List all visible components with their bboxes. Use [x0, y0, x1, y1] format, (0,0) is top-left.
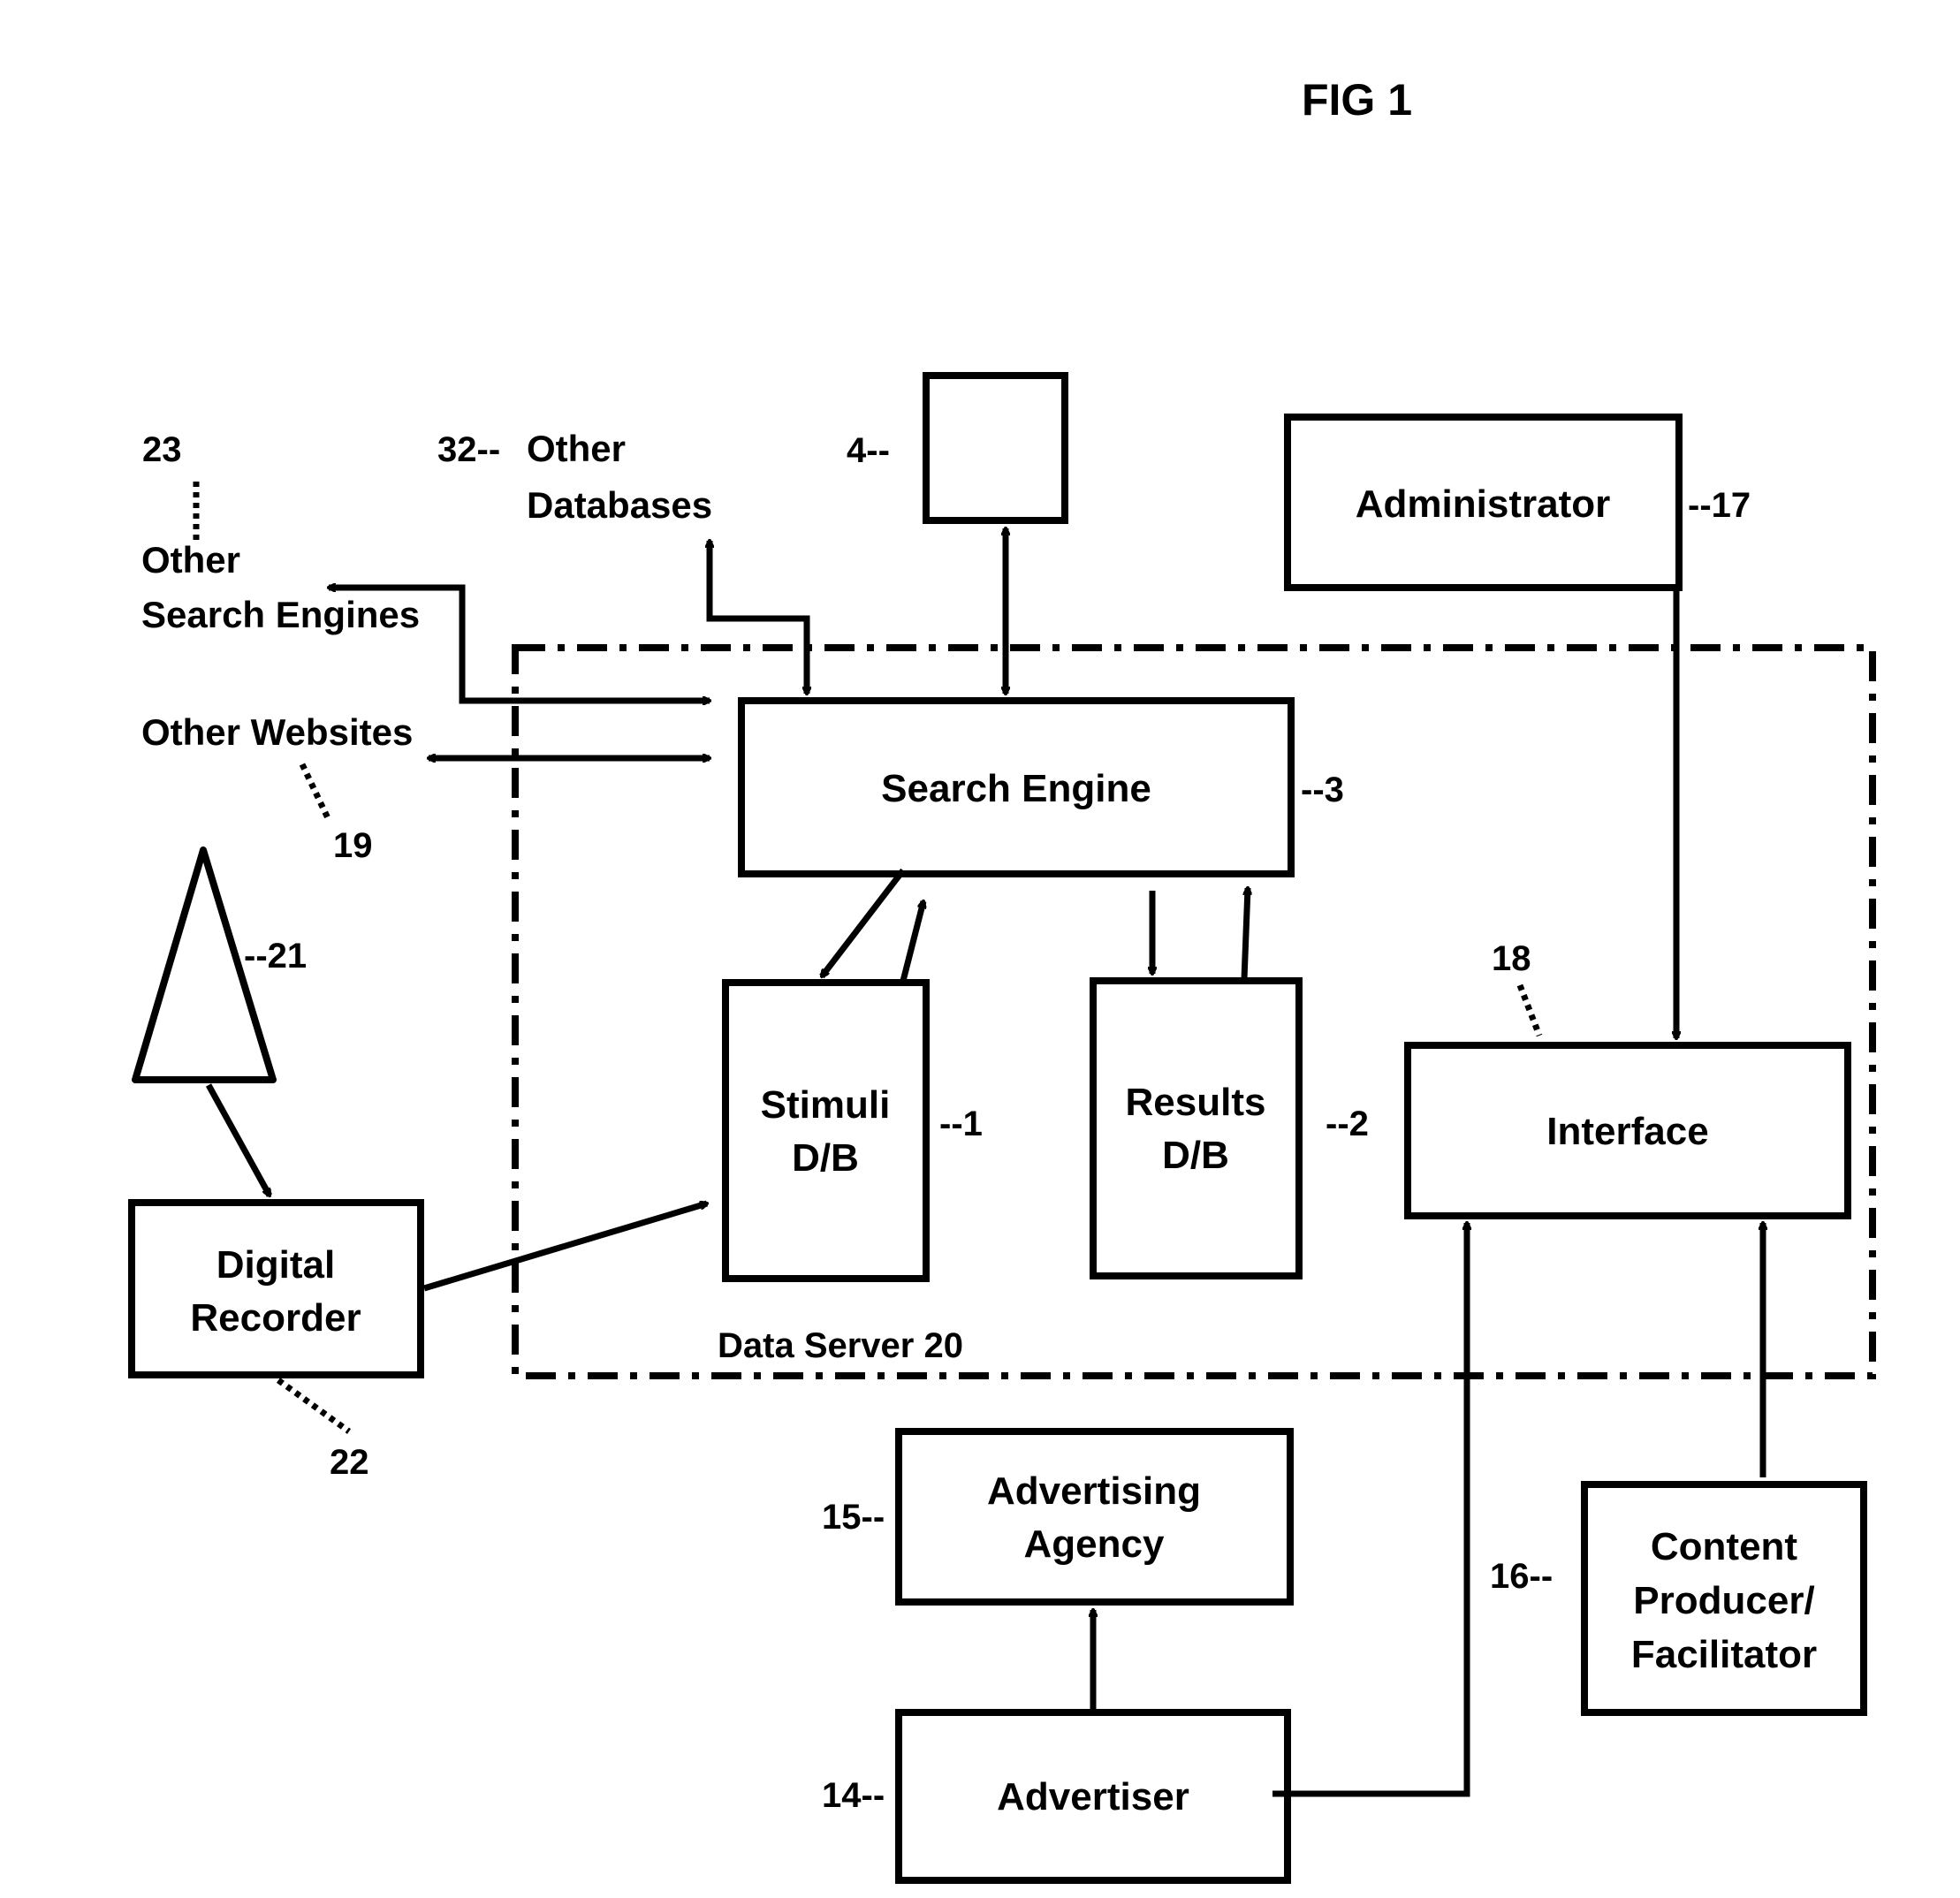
- stimuli-db-node: Stimuli D/B --1: [722, 979, 983, 1282]
- data-server-label: Data Server 20: [718, 1326, 963, 1365]
- edge-other-databases: [710, 541, 807, 694]
- digital-recorder-line1: Digital: [217, 1243, 335, 1287]
- ref-4: 4--: [847, 431, 890, 470]
- other-websites-node: Other Websites 19: [141, 711, 413, 865]
- edge-antenna-to-recorder: [205, 1083, 273, 1196]
- unlabeled-box-4: 4--: [847, 372, 1068, 524]
- edge-search-to-stimuli: [819, 868, 906, 976]
- content-producer-line3: Facilitator: [1631, 1633, 1817, 1676]
- ref-17: --17: [1688, 486, 1751, 525]
- digital-recorder-node: Digital Recorder 22: [128, 1199, 424, 1482]
- other-search-engines-line2: Search Engines: [141, 594, 420, 635]
- advertising-agency-line1: Advertising: [987, 1469, 1201, 1513]
- content-producer-line2: Producer/: [1633, 1579, 1814, 1622]
- ref-3: --3: [1301, 771, 1344, 809]
- ref-18-leader: [1516, 983, 1543, 1037]
- ref-19-leader: [299, 763, 332, 822]
- administrator-label: Administrator: [1356, 482, 1610, 526]
- content-producer-line1: Content: [1651, 1525, 1798, 1568]
- interface-label: Interface: [1546, 1110, 1708, 1153]
- system-diagram: .arr{fill:none;stroke:#000;stroke-width:…: [128, 75, 1876, 1884]
- interface-node: Interface 18: [1404, 939, 1851, 1219]
- stimuli-label-line2: D/B: [792, 1136, 859, 1180]
- other-search-engines-line1: Other: [141, 539, 240, 581]
- antenna-node: --21: [132, 847, 307, 1083]
- edge-advertiser-to-interface: [1272, 1223, 1467, 1797]
- ref-18: 18: [1492, 939, 1531, 978]
- other-databases-line1: Other: [527, 428, 626, 469]
- results-db-node: Results D/B --2: [1090, 977, 1369, 1279]
- other-search-engines-node: 23 Other Search Engines: [141, 430, 420, 635]
- search-engine-node: Search Engine --3: [738, 697, 1344, 877]
- other-databases-node: 32-- Other Databases: [437, 428, 712, 526]
- content-producer-node: Content Producer/ Facilitator 16--: [1490, 1481, 1867, 1716]
- advertiser-node: Advertiser 14--: [822, 1709, 1291, 1884]
- edge-recorder-to-stimuli: [422, 1203, 707, 1292]
- ref-21: --21: [244, 937, 307, 976]
- search-engine-label: Search Engine: [881, 767, 1151, 810]
- edge-results-to-search: [1241, 888, 1248, 980]
- stimuli-label-line1: Stimuli: [761, 1083, 891, 1127]
- advertising-agency-line2: Agency: [1024, 1522, 1165, 1566]
- ref-19: 19: [333, 826, 373, 865]
- ref-32: 32--: [437, 430, 500, 469]
- results-label-line1: Results: [1126, 1081, 1266, 1124]
- results-label-line2: D/B: [1162, 1134, 1229, 1177]
- ref-2: --2: [1326, 1105, 1369, 1143]
- digital-recorder-line2: Recorder: [190, 1296, 361, 1340]
- ref-1: --1: [939, 1105, 983, 1143]
- figure-title: FIG 1: [1302, 75, 1412, 125]
- ref-14: 14--: [822, 1776, 885, 1815]
- administrator-node: Administrator --17: [1284, 414, 1751, 591]
- ref-15: 15--: [822, 1498, 885, 1537]
- ref-22: 22: [330, 1443, 369, 1482]
- ref-16: 16--: [1490, 1557, 1553, 1596]
- other-websites-label: Other Websites: [141, 711, 413, 753]
- ref-22-leader: [276, 1378, 352, 1434]
- ref-23: 23: [142, 430, 182, 469]
- advertising-agency-node: Advertising Agency 15--: [822, 1428, 1294, 1606]
- other-databases-line2: Databases: [527, 484, 712, 526]
- edge-stimuli-to-search: [900, 901, 923, 982]
- advertiser-label: Advertiser: [997, 1775, 1189, 1818]
